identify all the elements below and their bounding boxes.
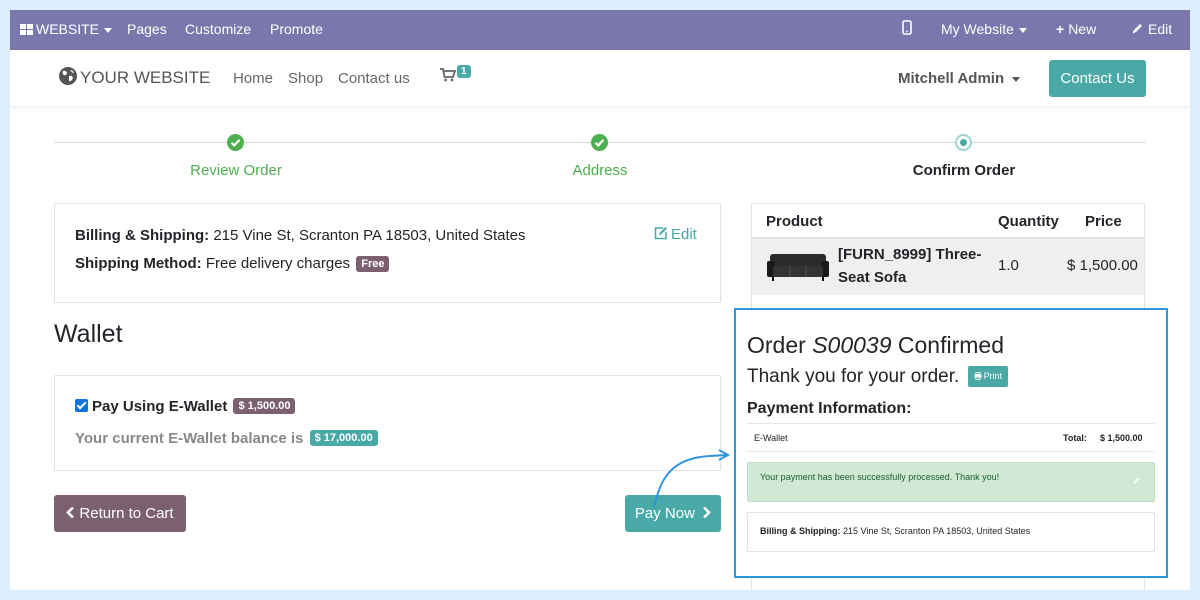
mobile-icon	[902, 11, 912, 49]
payment-success-alert: Your payment has been successfully proce…	[747, 462, 1155, 502]
order-reference: S00039	[812, 332, 892, 358]
product-quantity: 1.0	[998, 257, 1019, 274]
pencil-icon	[1133, 471, 1140, 489]
edit-label: Edit	[671, 226, 697, 243]
mobile-preview-button[interactable]	[902, 10, 912, 50]
product-name[interactable]: [FURN_8999] Three-Seat Sofa	[838, 243, 990, 289]
pay-label: Pay Now	[634, 505, 695, 522]
print-label: Print	[983, 371, 1003, 381]
e-wallet-checkbox[interactable]	[75, 399, 88, 412]
globe-icon	[58, 66, 78, 91]
site-logo[interactable]: YOUR WEBSITE	[58, 66, 210, 90]
shipping-line: Shipping Method: Free delivery charges F…	[75, 255, 390, 272]
billing-address: 215 Vine St, Scranton PA 18503, United S…	[213, 227, 526, 244]
promote-menu[interactable]: Promote	[270, 10, 323, 50]
wallet-amount-badge: $ 1,500.00	[233, 398, 296, 414]
total-value: $ 1,500.00	[1100, 433, 1143, 443]
customize-menu[interactable]: Customize	[185, 10, 251, 50]
e-wallet-line: Pay Using E-Wallet $ 1,500.00	[92, 398, 296, 415]
site-header: YOUR WEBSITE Home Shop Contact us 1 Mitc…	[10, 50, 1190, 106]
success-message: Your payment has been successfully proce…	[760, 472, 1000, 482]
edit-address-link[interactable]: Edit	[654, 226, 697, 244]
product-price: $ 1,500.00	[1067, 257, 1138, 274]
admin-bar: WEBSITE Pages Customize Promote My Websi…	[10, 10, 1190, 50]
wallet-balance-text: Your current E-Wallet balance is	[75, 430, 304, 447]
website-menu-label: WEBSITE	[36, 21, 100, 37]
current-step-icon	[955, 134, 972, 151]
cart-count-badge: 1	[457, 65, 471, 78]
thank-you-line: Thank you for your order. Print	[747, 366, 1009, 388]
free-badge: Free	[356, 256, 390, 272]
chevron-left-icon	[66, 496, 75, 533]
title-suffix: Confirmed	[897, 332, 1004, 358]
return-label: Return to Cart	[79, 505, 174, 522]
chevron-right-icon	[702, 496, 711, 533]
nav-home[interactable]: Home	[233, 70, 273, 87]
wallet-balance-line: Your current E-Wallet balance is $ 17,00…	[75, 430, 378, 447]
billing-label: Billing & Shipping:	[75, 227, 210, 244]
my-website-menu[interactable]: My Website	[941, 10, 1027, 50]
print-button[interactable]: Print	[967, 366, 1009, 387]
col-product: Product	[766, 213, 823, 230]
chevron-down-icon	[1012, 76, 1021, 82]
step-review-order[interactable]: Review Order	[136, 162, 336, 179]
new-button[interactable]: + New	[1056, 10, 1096, 50]
return-to-cart-button[interactable]: Return to Cart	[54, 495, 186, 532]
billing-card: Billing & Shipping: 215 Vine St, Scranto…	[54, 203, 721, 303]
step-address[interactable]: Address	[500, 162, 700, 179]
confirmation-billing-line: Billing & Shipping: 215 Vine St, Scranto…	[760, 526, 1030, 536]
confirmation-title: Order S00039 Confirmed	[747, 332, 1004, 359]
edit-icon	[654, 226, 668, 244]
pages-menu[interactable]: Pages	[127, 10, 167, 50]
order-confirmation-panel: Order S00039 Confirmed Thank you for you…	[734, 308, 1168, 578]
payment-method: E-Wallet	[754, 433, 788, 443]
check-circle-icon	[591, 134, 608, 151]
order-table-header: Product Quantity Price	[751, 203, 1145, 239]
user-menu[interactable]: Mitchell Admin	[898, 70, 1021, 87]
col-quantity: Quantity	[998, 213, 1059, 230]
product-image	[767, 251, 829, 288]
my-website-label: My Website	[941, 21, 1014, 37]
contact-us-button[interactable]: Contact Us	[1049, 60, 1146, 97]
chevron-down-icon	[104, 27, 113, 33]
shipping-label: Shipping Method:	[75, 255, 202, 272]
divider	[747, 423, 1155, 424]
edit-label: Edit	[1148, 21, 1173, 37]
pencil-icon	[1131, 11, 1144, 49]
thank-you-text: Thank you for your order.	[747, 366, 960, 387]
billing-line: Billing & Shipping: 215 Vine St, Scranto…	[75, 227, 526, 244]
confirmation-billing-box: Billing & Shipping: 215 Vine St, Scranto…	[747, 512, 1155, 552]
logo-text: YOUR WEBSITE	[80, 67, 211, 87]
step-confirm-order: Confirm Order	[912, 162, 1016, 179]
title-prefix: Order	[747, 332, 806, 358]
wallet-balance-badge: $ 17,000.00	[309, 430, 378, 446]
new-label: New	[1068, 21, 1097, 37]
chevron-down-icon	[1018, 27, 1027, 33]
confirmation-billing-label: Billing & Shipping:	[760, 526, 841, 536]
confirmation-billing-address: 215 Vine St, Scranton PA 18503, United S…	[843, 526, 1031, 536]
apps-grid-icon	[20, 11, 33, 49]
e-wallet-label: Pay Using E-Wallet	[92, 398, 228, 415]
website-menu[interactable]: WEBSITE	[20, 10, 113, 50]
wallet-card: Pay Using E-Wallet $ 1,500.00 Your curre…	[54, 375, 721, 471]
wallet-heading: Wallet	[54, 320, 123, 348]
nav-contact-us[interactable]: Contact us	[338, 70, 410, 87]
plus-icon: +	[1056, 21, 1065, 37]
divider	[747, 451, 1155, 452]
cart-link[interactable]: 1	[440, 65, 471, 87]
nav-shop[interactable]: Shop	[288, 70, 323, 87]
payment-info-heading: Payment Information:	[747, 400, 912, 417]
total-label: Total:	[1063, 433, 1087, 443]
user-name: Mitchell Admin	[898, 70, 1005, 87]
edit-button[interactable]: Edit	[1131, 10, 1172, 50]
col-price: Price	[1085, 213, 1122, 230]
pay-now-button[interactable]: Pay Now	[625, 495, 721, 532]
shipping-method: Free delivery charges	[205, 255, 351, 272]
table-row: [FURN_8999] Three-Seat Sofa 1.0 $ 1,500.…	[751, 239, 1145, 295]
checkout-page: WEBSITE Pages Customize Promote My Websi…	[10, 10, 1190, 590]
check-circle-icon	[227, 134, 244, 151]
printer-icon	[974, 372, 982, 382]
cart-icon	[440, 68, 457, 86]
